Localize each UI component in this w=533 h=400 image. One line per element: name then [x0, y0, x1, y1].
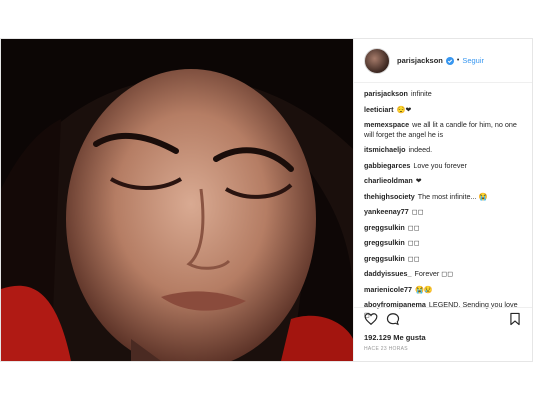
- comment: greggsulkin ◻◻: [364, 223, 522, 233]
- comment: itsmichaeljo indeed.: [364, 145, 522, 155]
- post-sidebar: parisjackson • Seguir parisjackson infini…: [353, 39, 532, 361]
- comment: greggsulkin ◻◻: [364, 238, 522, 248]
- comment-author[interactable]: leeticiart: [364, 105, 394, 114]
- likes-count[interactable]: 192.129 Me gusta: [364, 333, 426, 342]
- verified-badge-icon: [445, 56, 454, 65]
- comment-text: 😌❤: [396, 104, 412, 114]
- bookmark-icon[interactable]: [508, 312, 522, 326]
- avatar[interactable]: [364, 47, 390, 74]
- comment-text: infinite: [410, 89, 432, 98]
- comment-text: Love you forever: [413, 160, 467, 170]
- comment-author[interactable]: gabbiegarces: [364, 161, 410, 170]
- comment-text: 😭😢: [414, 284, 433, 294]
- follow-button[interactable]: Seguir: [462, 56, 484, 65]
- comment: daddyissues_ Forever ◻◻: [364, 269, 522, 279]
- post-header: parisjackson • Seguir: [354, 39, 532, 83]
- comment-author[interactable]: greggsulkin: [364, 238, 405, 247]
- comment-author[interactable]: charlieoldman: [364, 176, 413, 185]
- comment-text: ◻◻: [411, 207, 424, 216]
- comment-text: ◻◻: [407, 222, 420, 232]
- comment-author[interactable]: parisjackson: [364, 89, 408, 98]
- comment-author[interactable]: yankeenay77: [364, 207, 409, 216]
- post-timestamp: HACE 23 HORAS: [364, 346, 408, 352]
- comment: memexspace we all lit a candle for him, n…: [364, 120, 522, 139]
- post-photo[interactable]: [1, 39, 353, 361]
- comment-text: Forever ◻◻: [414, 269, 454, 278]
- instagram-post: parisjackson • Seguir parisjackson infini…: [0, 38, 533, 362]
- comment-text: indeed.: [408, 145, 433, 154]
- comment: thehighsociety The most infinite... 😭: [364, 192, 522, 202]
- comment-author[interactable]: thehighsociety: [364, 192, 415, 201]
- comment-text: ❤: [415, 176, 422, 185]
- comment-bubble-icon[interactable]: [386, 312, 400, 326]
- comment-text: The most infinite... 😭: [417, 191, 488, 201]
- comment: marienicole77 😭😢: [364, 285, 522, 295]
- comment-author[interactable]: memexspace: [364, 120, 409, 129]
- comment: parisjackson infinite: [364, 89, 522, 99]
- comments-list: parisjackson infinite leeticiart 😌❤ memexs…: [354, 83, 532, 319]
- comment: yankeenay77 ◻◻: [364, 207, 522, 217]
- comment: greggsulkin ◻◻: [364, 254, 522, 264]
- comment-text: ◻◻: [407, 253, 420, 263]
- comment-author[interactable]: marienicole77: [364, 285, 412, 294]
- comment-author[interactable]: greggsulkin: [364, 223, 405, 232]
- comment: leeticiart 😌❤: [364, 105, 522, 115]
- comment-author[interactable]: greggsulkin: [364, 254, 405, 263]
- action-bar: [354, 307, 532, 330]
- username-link[interactable]: parisjackson: [397, 56, 443, 65]
- separator-dot: •: [456, 57, 460, 64]
- heart-icon[interactable]: [364, 312, 378, 326]
- comment-author[interactable]: itsmichaeljo: [364, 145, 406, 154]
- comment-author[interactable]: daddyissues_: [364, 269, 412, 278]
- portrait-illustration: [1, 39, 353, 361]
- comment-text: ◻◻: [407, 238, 420, 247]
- comment: gabbiegarces Love you forever: [364, 161, 522, 171]
- comment: charlieoldman ❤: [364, 176, 522, 186]
